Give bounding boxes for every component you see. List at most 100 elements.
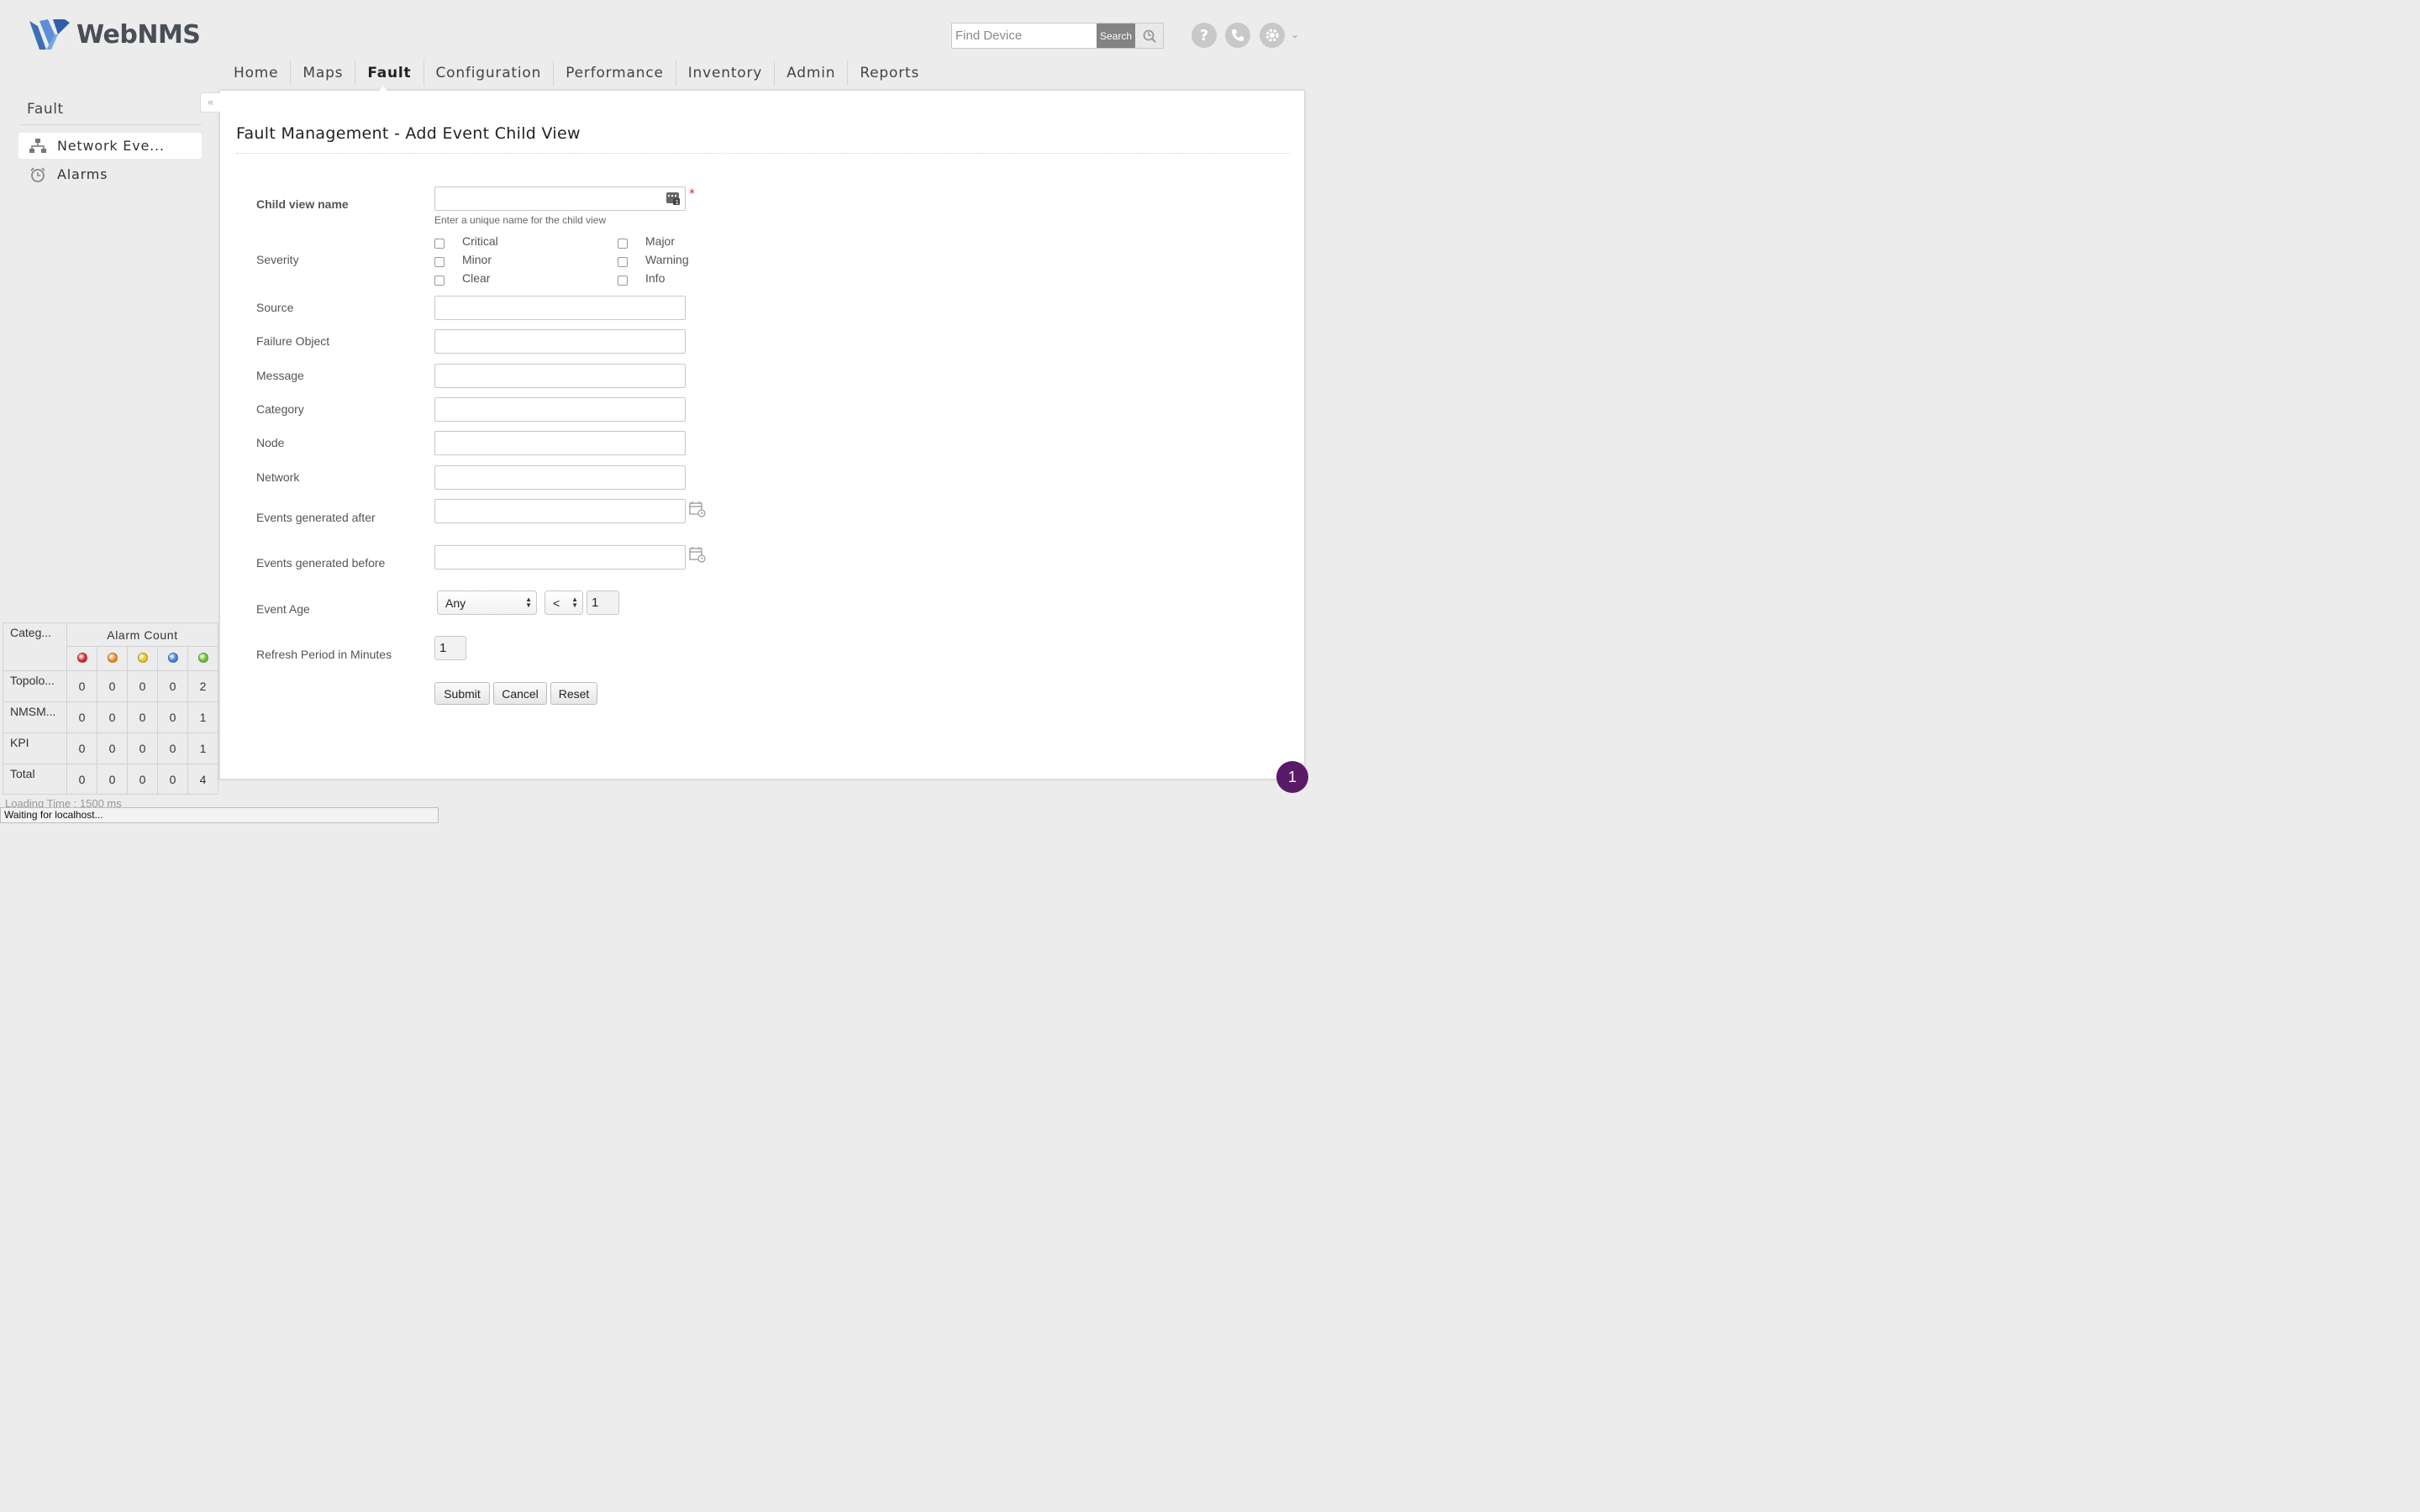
count-cell[interactable]: 4 bbox=[187, 764, 218, 795]
table-row[interactable]: Topolo... 0 0 0 0 2 bbox=[3, 670, 218, 702]
child-view-name-input[interactable] bbox=[434, 186, 686, 211]
nav-reports[interactable]: Reports bbox=[848, 60, 931, 86]
count-cell[interactable]: 0 bbox=[127, 670, 158, 702]
submit-button[interactable]: Submit bbox=[434, 682, 490, 705]
sidebar-title: Fault bbox=[27, 101, 64, 118]
main-panel: Fault Management - Add Event Child View … bbox=[219, 90, 1305, 780]
severity-clear-checkbox[interactable] bbox=[434, 276, 445, 286]
page-title: Fault Management - Add Event Child View bbox=[236, 124, 581, 143]
refresh-period-input[interactable]: 1 bbox=[434, 636, 466, 660]
category-cell[interactable]: Topolo... bbox=[3, 670, 67, 702]
count-cell[interactable]: 0 bbox=[66, 670, 97, 702]
event-age-operator-select[interactable]: < ▲ ▼ bbox=[544, 591, 583, 615]
alarm-count-header: Alarm Count bbox=[66, 622, 218, 647]
count-cell[interactable]: 0 bbox=[127, 764, 158, 795]
find-device-input[interactable] bbox=[952, 24, 1097, 48]
count-cell[interactable]: 0 bbox=[66, 764, 97, 795]
virtual-keyboard-icon[interactable]: 1 bbox=[666, 191, 681, 206]
count-cell[interactable]: 0 bbox=[66, 701, 97, 733]
warning-severity-icon bbox=[157, 646, 188, 671]
severity-warning-checkbox[interactable] bbox=[618, 257, 628, 267]
event-age-scope-select[interactable]: Any ▲ ▼ bbox=[437, 591, 537, 615]
message-input[interactable] bbox=[434, 364, 686, 388]
event-age-value-input[interactable]: 1 bbox=[587, 591, 619, 615]
notification-badge[interactable]: 1 bbox=[1276, 761, 1308, 793]
count-cell[interactable]: 0 bbox=[127, 732, 158, 764]
count-cell[interactable]: 0 bbox=[157, 670, 188, 702]
search-button[interactable]: Search bbox=[1097, 24, 1135, 48]
source-input[interactable] bbox=[434, 296, 686, 320]
chevron-down-icon[interactable]: ⌄ bbox=[1291, 29, 1299, 40]
severity-major-label: Major bbox=[645, 234, 676, 248]
node-input[interactable] bbox=[434, 431, 686, 455]
events-before-label: Events generated before bbox=[256, 556, 386, 570]
severity-minor-label: Minor bbox=[462, 253, 492, 266]
count-cell[interactable]: 1 bbox=[187, 732, 218, 764]
child-view-name-hint: Enter a unique name for the child view bbox=[434, 214, 607, 226]
minor-severity-icon bbox=[127, 646, 158, 671]
count-cell[interactable]: 0 bbox=[157, 764, 188, 795]
refresh-period-label: Refresh Period in Minutes bbox=[256, 648, 392, 661]
nav-performance[interactable]: Performance bbox=[554, 60, 676, 86]
gear-icon[interactable] bbox=[1260, 23, 1285, 48]
nav-fault[interactable]: Fault bbox=[355, 60, 424, 86]
webnms-logo[interactable]: WebNMS bbox=[28, 18, 201, 51]
nav-maps[interactable]: Maps bbox=[291, 60, 356, 86]
brand-name: WebNMS bbox=[76, 19, 201, 50]
severity-major-checkbox[interactable] bbox=[618, 239, 628, 249]
severity-info-label: Info bbox=[645, 271, 666, 285]
events-before-input[interactable] bbox=[434, 545, 686, 570]
phone-icon[interactable] bbox=[1225, 23, 1250, 48]
sidebar-item-label: Alarms bbox=[57, 166, 108, 182]
category-cell[interactable]: NMSM... bbox=[3, 701, 67, 733]
severity-minor-checkbox[interactable] bbox=[434, 257, 445, 267]
calendar-icon[interactable] bbox=[689, 546, 706, 563]
count-cell[interactable]: 0 bbox=[157, 701, 188, 733]
category-input[interactable] bbox=[434, 397, 686, 422]
nav-admin[interactable]: Admin bbox=[775, 60, 849, 86]
table-row[interactable]: KPI 0 0 0 0 1 bbox=[3, 732, 218, 764]
message-label: Message bbox=[256, 369, 304, 382]
browser-status-bar: Waiting for localhost... bbox=[0, 807, 439, 823]
reset-button[interactable]: Reset bbox=[550, 682, 597, 705]
source-label: Source bbox=[256, 301, 294, 314]
nav-inventory[interactable]: Inventory bbox=[676, 60, 776, 86]
severity-critical-checkbox[interactable] bbox=[434, 239, 445, 249]
child-view-name-label: Child view name bbox=[256, 197, 349, 211]
table-row[interactable]: Total 0 0 0 0 4 bbox=[3, 764, 218, 795]
find-device-search: Search bbox=[951, 23, 1164, 49]
sidebar-item-network-events[interactable]: Network Eve... bbox=[18, 133, 202, 159]
cancel-button[interactable]: Cancel bbox=[493, 682, 547, 705]
clear-severity-icon bbox=[187, 646, 218, 671]
count-cell[interactable]: 0 bbox=[127, 701, 158, 733]
count-cell[interactable]: 0 bbox=[66, 732, 97, 764]
network-input[interactable] bbox=[434, 465, 686, 490]
collapse-sidebar-icon[interactable]: « bbox=[200, 92, 220, 113]
count-cell[interactable]: 0 bbox=[157, 732, 188, 764]
severity-critical-label: Critical bbox=[462, 234, 498, 248]
sidebar-divider bbox=[18, 124, 202, 125]
nav-home[interactable]: Home bbox=[222, 60, 292, 86]
count-cell[interactable]: 0 bbox=[97, 701, 128, 733]
help-icon[interactable]: ? bbox=[1192, 23, 1217, 48]
severity-info-checkbox[interactable] bbox=[618, 276, 628, 286]
severity-dot bbox=[107, 653, 118, 663]
count-cell[interactable]: 0 bbox=[97, 732, 128, 764]
table-row[interactable]: NMSM... 0 0 0 0 1 bbox=[3, 701, 218, 733]
category-cell[interactable]: Total bbox=[3, 764, 67, 795]
active-nav-pointer bbox=[375, 87, 392, 95]
failure-object-input[interactable] bbox=[434, 329, 686, 354]
count-cell[interactable]: 0 bbox=[97, 670, 128, 702]
category-cell[interactable]: KPI bbox=[3, 732, 67, 764]
count-cell[interactable]: 0 bbox=[97, 764, 128, 795]
severity-label: Severity bbox=[256, 253, 299, 266]
count-cell[interactable]: 1 bbox=[187, 701, 218, 733]
network-label: Network bbox=[256, 470, 300, 484]
major-severity-icon bbox=[97, 646, 128, 671]
sidebar-item-alarms[interactable]: Alarms bbox=[18, 161, 202, 187]
events-after-input[interactable] bbox=[434, 499, 686, 523]
calendar-icon[interactable] bbox=[689, 501, 706, 517]
device-refresh-button[interactable] bbox=[1135, 24, 1163, 48]
nav-configuration[interactable]: Configuration bbox=[424, 60, 555, 86]
count-cell[interactable]: 2 bbox=[187, 670, 218, 702]
